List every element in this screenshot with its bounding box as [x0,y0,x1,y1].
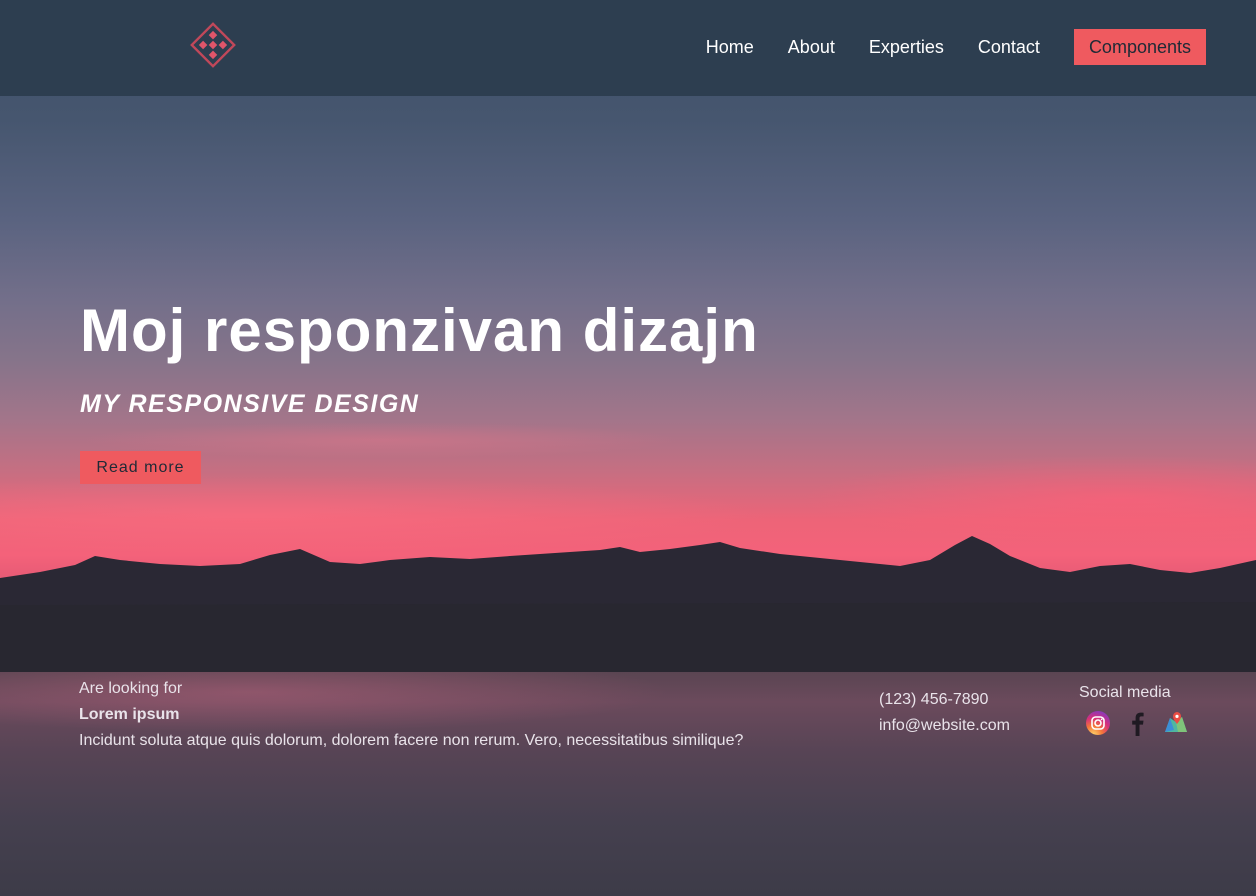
diamond-logo-icon [190,22,236,68]
social-media-title: Social media [1079,684,1171,701]
footer-social: Social media [1079,683,1209,736]
nav-contact[interactable]: Contact [978,29,1040,65]
footer-text: Incidunt soluta atque quis dolorum, dolo… [79,732,744,749]
hero-subtitle: MY RESPONSIVE DESIGN [80,390,420,418]
instagram-icon[interactable] [1085,710,1111,736]
phone-number[interactable]: (123) 456-7890 [879,687,1010,713]
footer-about: Are looking for Lorem ipsum Incidunt sol… [79,676,743,754]
nav-experties[interactable]: Experties [869,29,944,65]
components-button[interactable]: Components [1073,29,1206,65]
footer-contact: (123) 456-7890 info@website.com [879,687,1010,739]
nav-home[interactable]: Home [706,29,754,65]
social-icons [1085,710,1195,738]
mountain-silhouette [0,536,1256,680]
footer-heading: Lorem ipsum [79,706,180,723]
facebook-icon[interactable] [1124,710,1150,736]
nav-about[interactable]: About [788,29,835,65]
main-nav: Home About Experties Contact Components [672,29,1206,65]
logo[interactable] [188,20,238,70]
footer-intro: Are looking for [79,680,183,697]
read-more-button[interactable]: Read more [80,451,201,484]
hero-background [0,0,1256,896]
hero-title: Moj responzivan dizajn [80,297,759,364]
maps-icon[interactable] [1163,710,1189,736]
navbar: Home About Experties Contact Components [0,0,1256,96]
email-address[interactable]: info@website.com [879,713,1010,739]
